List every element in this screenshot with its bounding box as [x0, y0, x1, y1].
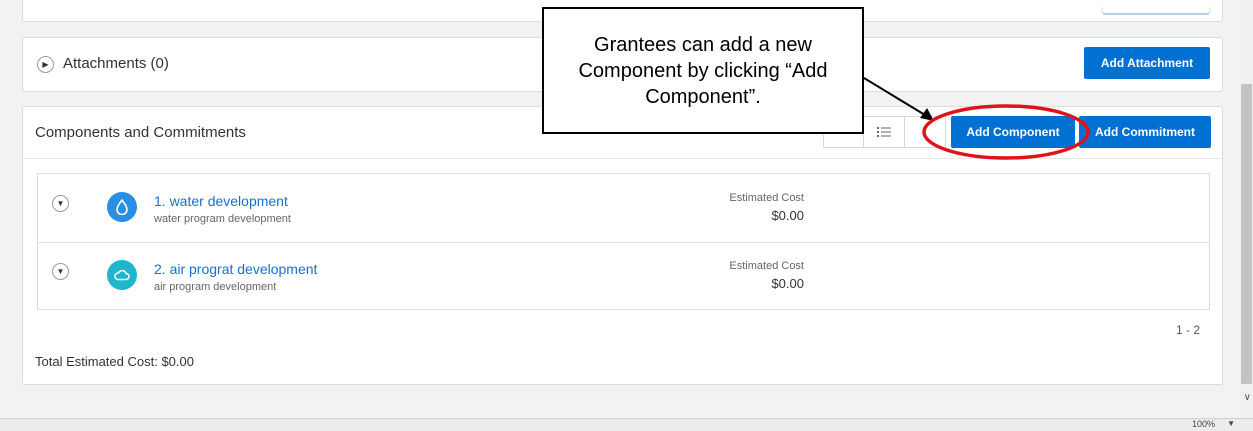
previous-section-button-edge[interactable] [1102, 7, 1210, 15]
scroll-down-icon[interactable]: ∨ [1244, 392, 1251, 403]
expand-attachments-icon[interactable]: ▶ [37, 56, 54, 73]
estimated-cost-value: $0.00 [771, 208, 804, 223]
component-name-link[interactable]: 1. water development [154, 193, 288, 209]
components-panel: Components and Commitments Add Component… [22, 106, 1223, 385]
total-estimated-cost: Total Estimated Cost: $0.00 [35, 354, 194, 369]
list-icon [877, 127, 891, 137]
attachments-title: Attachments (0) [63, 55, 169, 72]
components-list: ▼ 1. water development water program dev… [37, 173, 1210, 310]
view-option-button[interactable] [904, 116, 946, 148]
zoom-level[interactable]: 100% [1192, 419, 1215, 429]
estimated-cost-value: $0.00 [771, 276, 804, 291]
add-component-button[interactable]: Add Component [951, 116, 1075, 148]
total-label: Total Estimated Cost: [35, 354, 158, 369]
add-attachment-button[interactable]: Add Attachment [1084, 47, 1210, 79]
component-description: water program development [154, 213, 291, 225]
component-name-link[interactable]: 2. air prograt development [154, 261, 317, 277]
pagination-range: 1 - 2 [1175, 323, 1200, 337]
status-bar: 100% ▼ [0, 418, 1253, 431]
vertical-scrollbar[interactable]: ∨ [1240, 0, 1253, 418]
list-item: ▼ 1. water development water program dev… [38, 174, 1209, 243]
add-commitment-button[interactable]: Add Commitment [1079, 116, 1211, 148]
list-item: ▼ 2. air prograt development air program… [38, 242, 1209, 310]
list-view-button[interactable] [863, 116, 905, 148]
zoom-dropdown-icon[interactable]: ▼ [1227, 419, 1235, 428]
cloud-icon [107, 260, 137, 290]
components-title: Components and Commitments [35, 124, 246, 141]
estimated-cost-label: Estimated Cost [729, 192, 804, 204]
expand-row-icon[interactable]: ▼ [52, 195, 69, 212]
scrollbar-thumb[interactable] [1241, 84, 1252, 384]
callout-text: Grantees can add a new Component by clic… [578, 33, 828, 108]
expand-row-icon[interactable]: ▼ [52, 263, 69, 280]
total-value: $0.00 [161, 354, 194, 369]
instruction-callout: Grantees can add a new Component by clic… [542, 7, 864, 134]
estimated-cost-label: Estimated Cost [729, 260, 804, 272]
component-description: air program development [154, 281, 277, 293]
water-drop-icon [107, 192, 137, 222]
